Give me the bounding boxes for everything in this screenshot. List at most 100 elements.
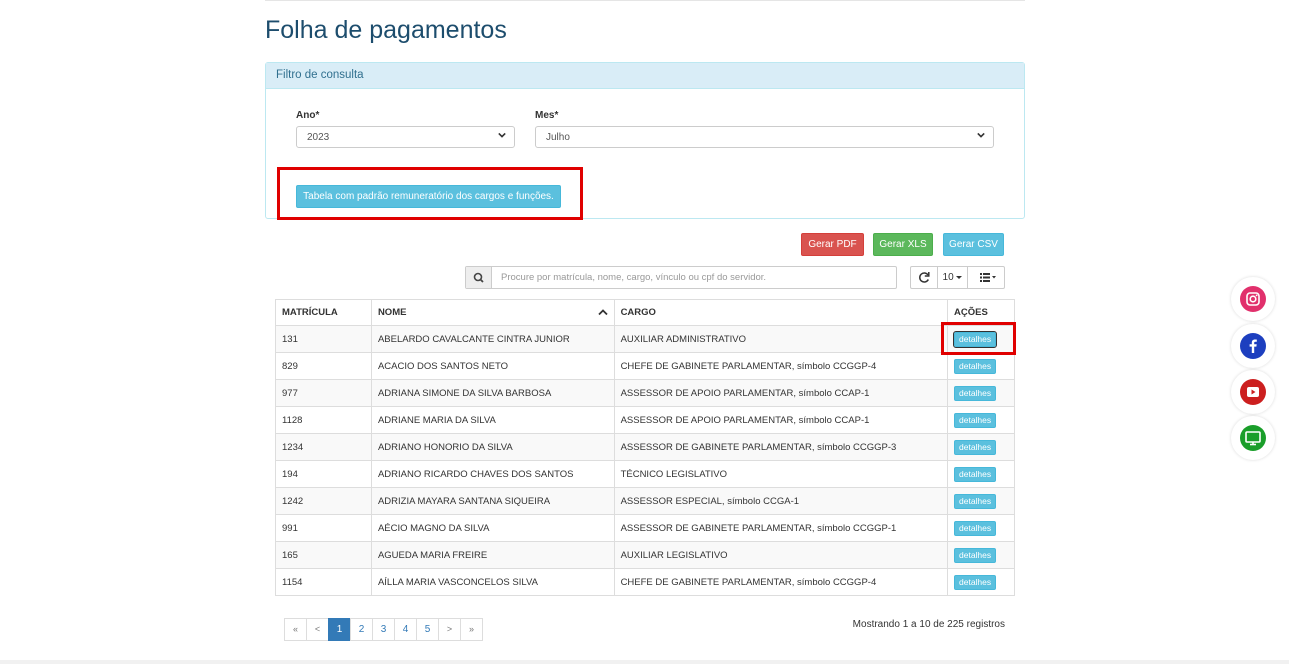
cell-cargo: ASSESSOR DE GABINETE PARLAMENTAR, símbol… <box>613 514 949 542</box>
details-button[interactable]: detalhes <box>954 547 997 563</box>
cell-acoes: detalhes <box>947 487 1015 515</box>
pagination-last[interactable]: » <box>460 618 483 641</box>
details-button[interactable]: detalhes <box>954 466 997 482</box>
year-select-value: 2023 <box>307 132 330 143</box>
pagination-next[interactable]: > <box>438 618 461 641</box>
cell-acoes: detalhes <box>947 460 1015 488</box>
chevron-down-icon <box>977 132 985 138</box>
sort-ascending-icon <box>597 309 608 316</box>
cell-cargo: ASSESSOR DE APOIO PARLAMENTAR, símbolo C… <box>613 379 949 407</box>
cell-acoes: detalhes <box>947 352 1015 380</box>
pagination: « < 1 2 3 4 5 > » <box>284 618 483 641</box>
cell-matricula: 991 <box>275 514 372 542</box>
table-header-row: MATRÍCULA NOME CARGO AÇÕES <box>275 299 1015 326</box>
month-label: Mes* <box>535 110 559 121</box>
cell-nome: AGUEDA MARIA FREIRE <box>370 541 615 569</box>
search-icon <box>473 272 484 283</box>
cell-matricula: 1242 <box>275 487 372 515</box>
filter-panel: Filtro de consulta Ano* 2023 Mes* Julho … <box>265 62 1025 219</box>
details-button[interactable]: detalhes <box>952 330 998 348</box>
export-xls-button[interactable]: Gerar XLS <box>873 233 933 256</box>
cell-cargo: ASSESSOR DE GABINETE PARLAMENTAR, símbol… <box>613 433 949 461</box>
instagram-icon <box>1240 286 1266 312</box>
cell-nome: AÉCIO MAGNO DA SILVA <box>370 514 615 542</box>
cell-nome: ABELARDO CAVALCANTE CINTRA JUNIOR <box>370 325 615 353</box>
cell-nome: ACACIO DOS SANTOS NETO <box>370 352 615 380</box>
table-row: 1242 ADRIZIA MAYARA SANTANA SIQUEIRA ASSES… <box>275 487 1015 515</box>
tv-icon <box>1240 425 1266 451</box>
month-select[interactable]: Julho <box>535 126 994 148</box>
facebook-icon <box>1240 333 1266 359</box>
cell-nome: ADRIZIA MAYARA SANTANA SIQUEIRA <box>370 487 615 515</box>
details-button[interactable]: detalhes <box>954 439 997 455</box>
cell-cargo: CHEFE DE GABINETE PARLAMENTAR, símbolo C… <box>613 568 949 596</box>
details-button[interactable]: detalhes <box>954 358 997 374</box>
cell-nome: AÍLLA MARIA VASCONCELOS SILVA <box>370 568 615 596</box>
youtube-icon <box>1240 379 1266 405</box>
page-size-value: 10 <box>942 272 954 283</box>
cell-acoes: detalhes <box>947 541 1015 569</box>
instagram-link[interactable] <box>1231 277 1275 321</box>
pagination-page[interactable]: 2 <box>350 618 373 641</box>
table-row: 1234 ADRIANO HONORIO DA SILVA ASSESSOR DE … <box>275 433 1015 461</box>
pagination-page[interactable]: 1 <box>328 618 351 641</box>
column-header-matricula[interactable]: MATRÍCULA <box>275 299 372 326</box>
cell-nome: ADRIANA SIMONE DA SILVA BARBOSA <box>370 379 615 407</box>
cell-nome: ADRIANO HONORIO DA SILVA <box>370 433 615 461</box>
cell-acoes: detalhes <box>947 325 1015 353</box>
column-header-nome[interactable]: NOME <box>370 299 615 326</box>
search-group <box>465 266 897 289</box>
tv-link[interactable] <box>1231 416 1275 460</box>
year-select[interactable]: 2023 <box>296 126 515 148</box>
caret-down-icon <box>956 276 963 279</box>
details-button[interactable]: detalhes <box>954 574 997 590</box>
cell-acoes: detalhes <box>947 514 1015 542</box>
refresh-icon <box>919 272 930 283</box>
cell-nome: ADRIANE MARIA DA SILVA <box>370 406 615 434</box>
month-select-value: Julho <box>546 132 570 143</box>
export-pdf-button[interactable]: Gerar PDF <box>801 233 864 256</box>
cell-acoes: detalhes <box>947 433 1015 461</box>
table-row: 977 ADRIANA SIMONE DA SILVA BARBOSA ASSESS… <box>275 379 1015 407</box>
cell-cargo: CHEFE DE GABINETE PARLAMENTAR, símbolo C… <box>613 352 949 380</box>
details-button[interactable]: detalhes <box>954 493 997 509</box>
column-header-nome-label: NOME <box>377 307 407 318</box>
table-row: 829 ACACIO DOS SANTOS NETO CHEFE DE GABINE… <box>275 352 1015 380</box>
cell-matricula: 1234 <box>275 433 372 461</box>
details-button[interactable]: detalhes <box>954 385 997 401</box>
facebook-link[interactable] <box>1231 324 1275 368</box>
export-csv-button[interactable]: Gerar CSV <box>943 233 1004 256</box>
cell-matricula: 1128 <box>275 406 372 434</box>
salary-table-button[interactable]: Tabela com padrão remuneratório dos carg… <box>296 185 561 208</box>
details-button[interactable]: detalhes <box>954 520 997 536</box>
cell-matricula: 829 <box>275 352 372 380</box>
pagination-page[interactable]: 3 <box>372 618 395 641</box>
table-row: 194 ADRIANO RICARDO CHAVES DOS SANTOS TÉCN… <box>275 460 1015 488</box>
cell-cargo: ASSESSOR DE APOIO PARLAMENTAR, símbolo C… <box>613 406 949 434</box>
youtube-link[interactable] <box>1231 370 1275 414</box>
cell-matricula: 165 <box>275 541 372 569</box>
cell-acoes: detalhes <box>947 379 1015 407</box>
pagination-page[interactable]: 5 <box>416 618 439 641</box>
details-button[interactable]: detalhes <box>954 412 997 428</box>
page-size-button[interactable]: 10 <box>937 266 968 289</box>
pagination-prev[interactable]: < <box>306 618 329 641</box>
search-addon <box>466 267 492 288</box>
pagination-first[interactable]: « <box>284 618 307 641</box>
table-row: 131 ABELARDO CAVALCANTE CINTRA JUNIOR AUXI… <box>275 325 1015 353</box>
table-row: 165 AGUEDA MARIA FREIRE AUXILIAR LEGISLATI… <box>275 541 1015 569</box>
columns-button[interactable] <box>967 266 1005 289</box>
cell-cargo: ASSESSOR ESPECIAL, símbolo CCGA-1 <box>613 487 949 515</box>
column-header-acoes: AÇÕES <box>947 299 1015 326</box>
column-header-cargo[interactable]: CARGO <box>613 299 949 326</box>
year-label: Ano* <box>296 110 320 121</box>
refresh-button[interactable] <box>910 266 938 289</box>
cell-matricula: 1154 <box>275 568 372 596</box>
pagination-page[interactable]: 4 <box>394 618 417 641</box>
search-input[interactable] <box>493 267 895 288</box>
table-row: 1154 AÍLLA MARIA VASCONCELOS SILVA CHEFE D… <box>275 568 1015 596</box>
table-row: 1128 ADRIANE MARIA DA SILVA ASSESSOR DE AP… <box>275 406 1015 434</box>
top-divider <box>265 0 1025 1</box>
list-icon <box>980 273 996 282</box>
pagination-info: Mostrando 1 a 10 de 225 registros <box>852 619 1005 630</box>
